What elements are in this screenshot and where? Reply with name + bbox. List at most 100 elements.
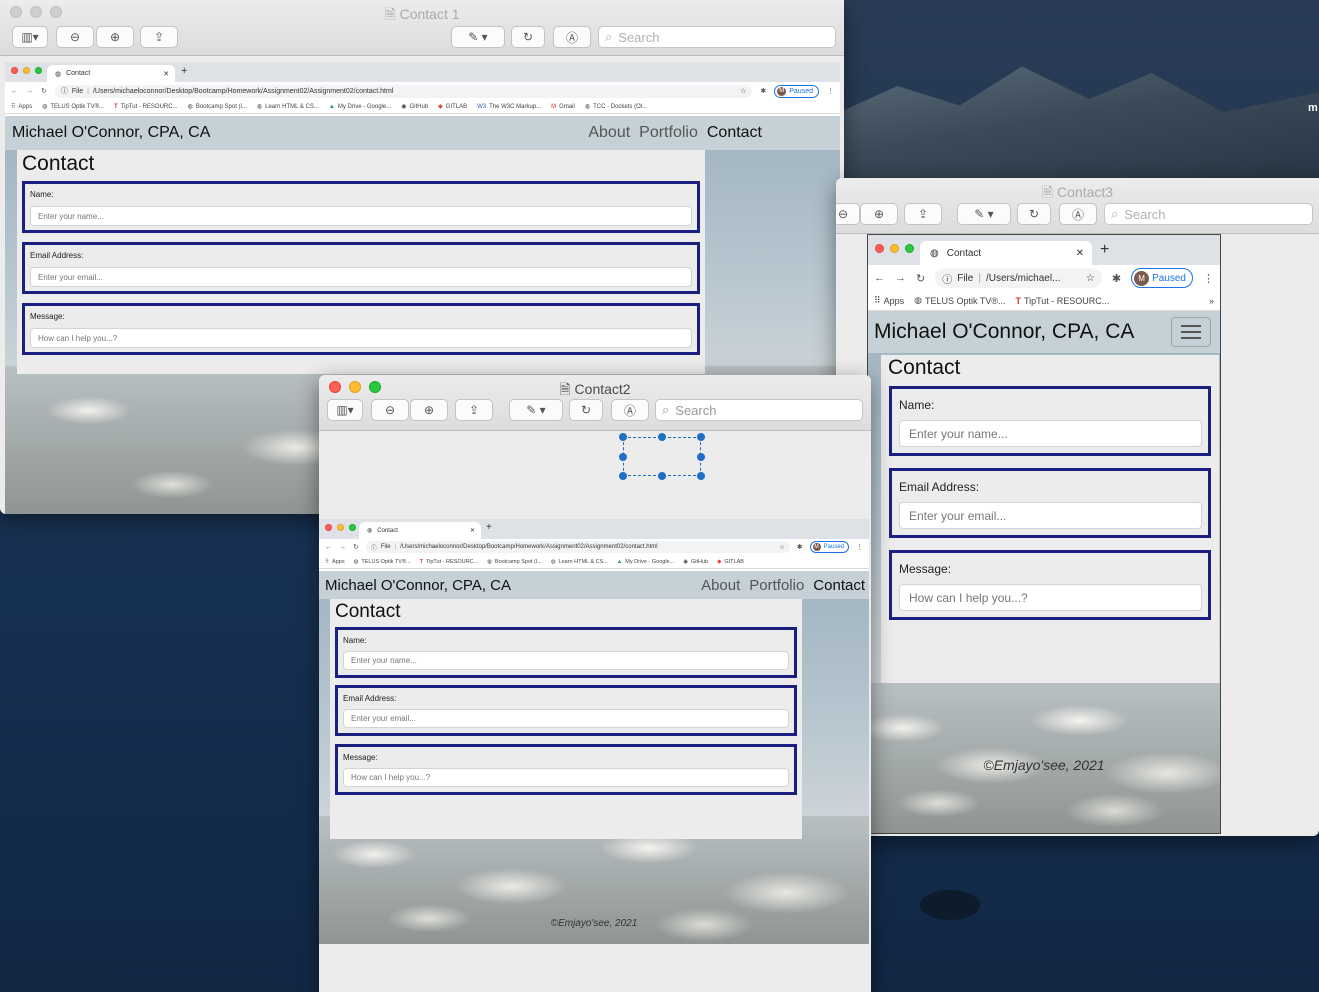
bookmark-item[interactable]: ◍ TCC - Dockets (Ol... [585,103,647,111]
rotate-button[interactable]: ↻ [569,399,603,421]
bookmark-item[interactable]: ◍ TELUS Optik TV®... [914,295,1005,306]
bookmark-item[interactable]: ⠿ Apps [325,559,345,565]
bookmark-item[interactable]: ◆ GITLAB [717,559,744,565]
nav-about[interactable]: About [701,577,740,594]
name-input[interactable] [30,206,692,226]
bookmark-item[interactable]: T TipTut - RESOURC... [1015,296,1109,306]
nav-about[interactable]: About [588,124,630,142]
nav-portfolio[interactable]: Portfolio [749,577,804,594]
bookmark-item[interactable]: T TipTut - RESOURC... [114,104,178,110]
bookmark-item[interactable]: ◍ TELUS Optik TV®... [354,559,411,565]
back-icon[interactable]: ← [874,272,885,284]
bookmark-item[interactable]: W3 The W3C Markup... [477,104,541,110]
hamburger-menu-button[interactable] [1171,317,1211,347]
profile-paused-button[interactable]: M Paused [774,84,819,98]
sidebar-button[interactable]: ▥▾ [12,26,48,48]
selection-handle[interactable] [619,472,627,480]
forward-icon[interactable]: → [895,272,906,284]
bookmark-item[interactable]: ◉ GitHub [401,103,428,111]
search-field[interactable]: ⌕ Search [655,399,863,421]
bookmark-item[interactable]: ▲ My Drive - Google... [617,559,674,565]
profile-paused-button[interactable]: M Paused [809,541,849,553]
message-input[interactable] [30,328,692,348]
share-button[interactable]: ⇪ [455,399,493,421]
bookmark-item[interactable]: T TipTut - RESOURC... [420,559,479,565]
chrome-tab[interactable]: ◍ Contact ✕ [47,65,175,82]
close-tab-icon[interactable]: ✕ [1076,248,1084,259]
markup-button[interactable]: ✎ ▾ [509,399,563,421]
more-icon[interactable]: ⋮ [1203,272,1214,285]
zoom-in-button[interactable]: ⊕ [410,399,448,421]
reload-icon[interactable]: ↻ [41,87,47,95]
bookmark-item[interactable]: ▲ My Drive - Google... [329,104,391,110]
omnibox[interactable]: ⓘ File |/Users/michaeloconnor/Desktop/Boot… [54,84,753,98]
markup-button[interactable]: ✎ ▾ [957,203,1011,225]
rotate-button[interactable]: ↻ [1017,203,1051,225]
forward-icon[interactable]: → [26,88,33,95]
search-field[interactable]: ⌕ Search [1104,203,1313,225]
selection-handle[interactable] [697,433,705,441]
selection-handle[interactable] [697,453,705,461]
rotate-button[interactable]: ↻ [511,26,545,48]
bookmark-item[interactable]: ◍ TELUS Optik TV®... [42,103,104,111]
close-tab-icon[interactable]: ✕ [163,70,169,78]
preview-window-contact2[interactable]: 🗎 Contact2 ▥▾ ⊖ ⊕ ⇪ ✎ ▾ ↻ Ⓐ ⌕ Search ◍ Con… [319,375,871,992]
back-icon[interactable]: ← [11,88,18,95]
bookmark-item[interactable]: ⠿ Apps [11,103,32,111]
annotate-button[interactable]: Ⓐ [611,399,649,421]
bookmark-item[interactable]: ◍ Bootcamp Spot (l... [487,559,542,565]
star-icon[interactable]: ☆ [740,87,746,95]
new-tab-button[interactable]: + [181,65,187,77]
close-tab-icon[interactable]: ✕ [470,527,475,534]
site-brand[interactable]: Michael O'Connor, CPA, CA [874,320,1212,344]
email-input[interactable] [30,267,692,287]
markup-button[interactable]: ✎ ▾ [451,26,505,48]
zoom-in-button[interactable]: ⊕ [860,203,898,225]
bookmark-item[interactable]: ◆ GITLAB [438,103,467,111]
bookmarks-overflow-icon[interactable]: » [1209,296,1214,306]
nav-contact[interactable]: Contact [813,577,865,594]
omnibox[interactable]: ⓘ File |/Users/michael... ☆ [935,268,1102,288]
omnibox[interactable]: ⓘ File |/Users/michaeloconnor/Desktop/Boot… [365,541,790,553]
message-input[interactable] [343,768,789,787]
star-icon[interactable]: ☆ [779,544,784,551]
email-input[interactable] [899,502,1202,529]
selection-rectangle[interactable] [623,437,701,476]
chrome-tab[interactable]: ◍ Contact ✕ [920,241,1092,265]
message-input[interactable] [899,584,1202,611]
reload-icon[interactable]: ↻ [353,543,359,551]
share-button[interactable]: ⇪ [140,26,178,48]
extensions-icon[interactable]: ✱ [760,87,766,95]
share-button[interactable]: ⇪ [904,203,942,225]
selection-handle[interactable] [619,453,627,461]
site-brand[interactable]: Michael O'Connor, CPA, CA [325,577,701,594]
zoom-out-button[interactable]: ⊖ [371,399,409,421]
bookmark-item[interactable]: ◍ Learn HTML & CS... [257,103,319,111]
profile-paused-button[interactable]: M Paused [1131,268,1193,288]
annotate-button[interactable]: Ⓐ [1059,203,1097,225]
sidebar-button[interactable]: ▥▾ [327,399,363,421]
bookmark-item[interactable]: ◉ GitHub [683,559,708,565]
bookmark-item[interactable]: ◍ Bootcamp Spot (l... [188,103,247,111]
selection-handle[interactable] [658,433,666,441]
forward-icon[interactable]: → [339,544,346,551]
back-icon[interactable]: ← [325,544,332,551]
more-icon[interactable]: ⋮ [856,543,863,551]
extensions-icon[interactable]: ✱ [797,543,803,551]
zoom-in-button[interactable]: ⊕ [96,26,134,48]
preview-window-contact3[interactable]: 🗎 Contact3 ⊖ ⊕ ⇪ ✎ ▾ ↻ Ⓐ ⌕ Search ◍ Contac… [836,178,1319,836]
bookmark-item[interactable]: ⠿ Apps [874,295,904,306]
nav-contact[interactable]: Contact [707,124,762,142]
selection-handle[interactable] [658,472,666,480]
name-input[interactable] [899,420,1202,447]
new-tab-button[interactable]: + [1100,241,1109,259]
selection-handle[interactable] [697,472,705,480]
zoom-out-button[interactable]: ⊖ [56,26,94,48]
site-brand[interactable]: Michael O'Connor, CPA, CA [12,124,588,142]
zoom-out-button[interactable]: ⊖ [836,203,860,225]
selection-handle[interactable] [619,433,627,441]
new-tab-button[interactable]: + [486,522,492,533]
star-icon[interactable]: ☆ [1086,273,1095,284]
bookmark-item[interactable]: ◍ Learn HTML & CS... [551,559,608,565]
email-input[interactable] [343,709,789,728]
